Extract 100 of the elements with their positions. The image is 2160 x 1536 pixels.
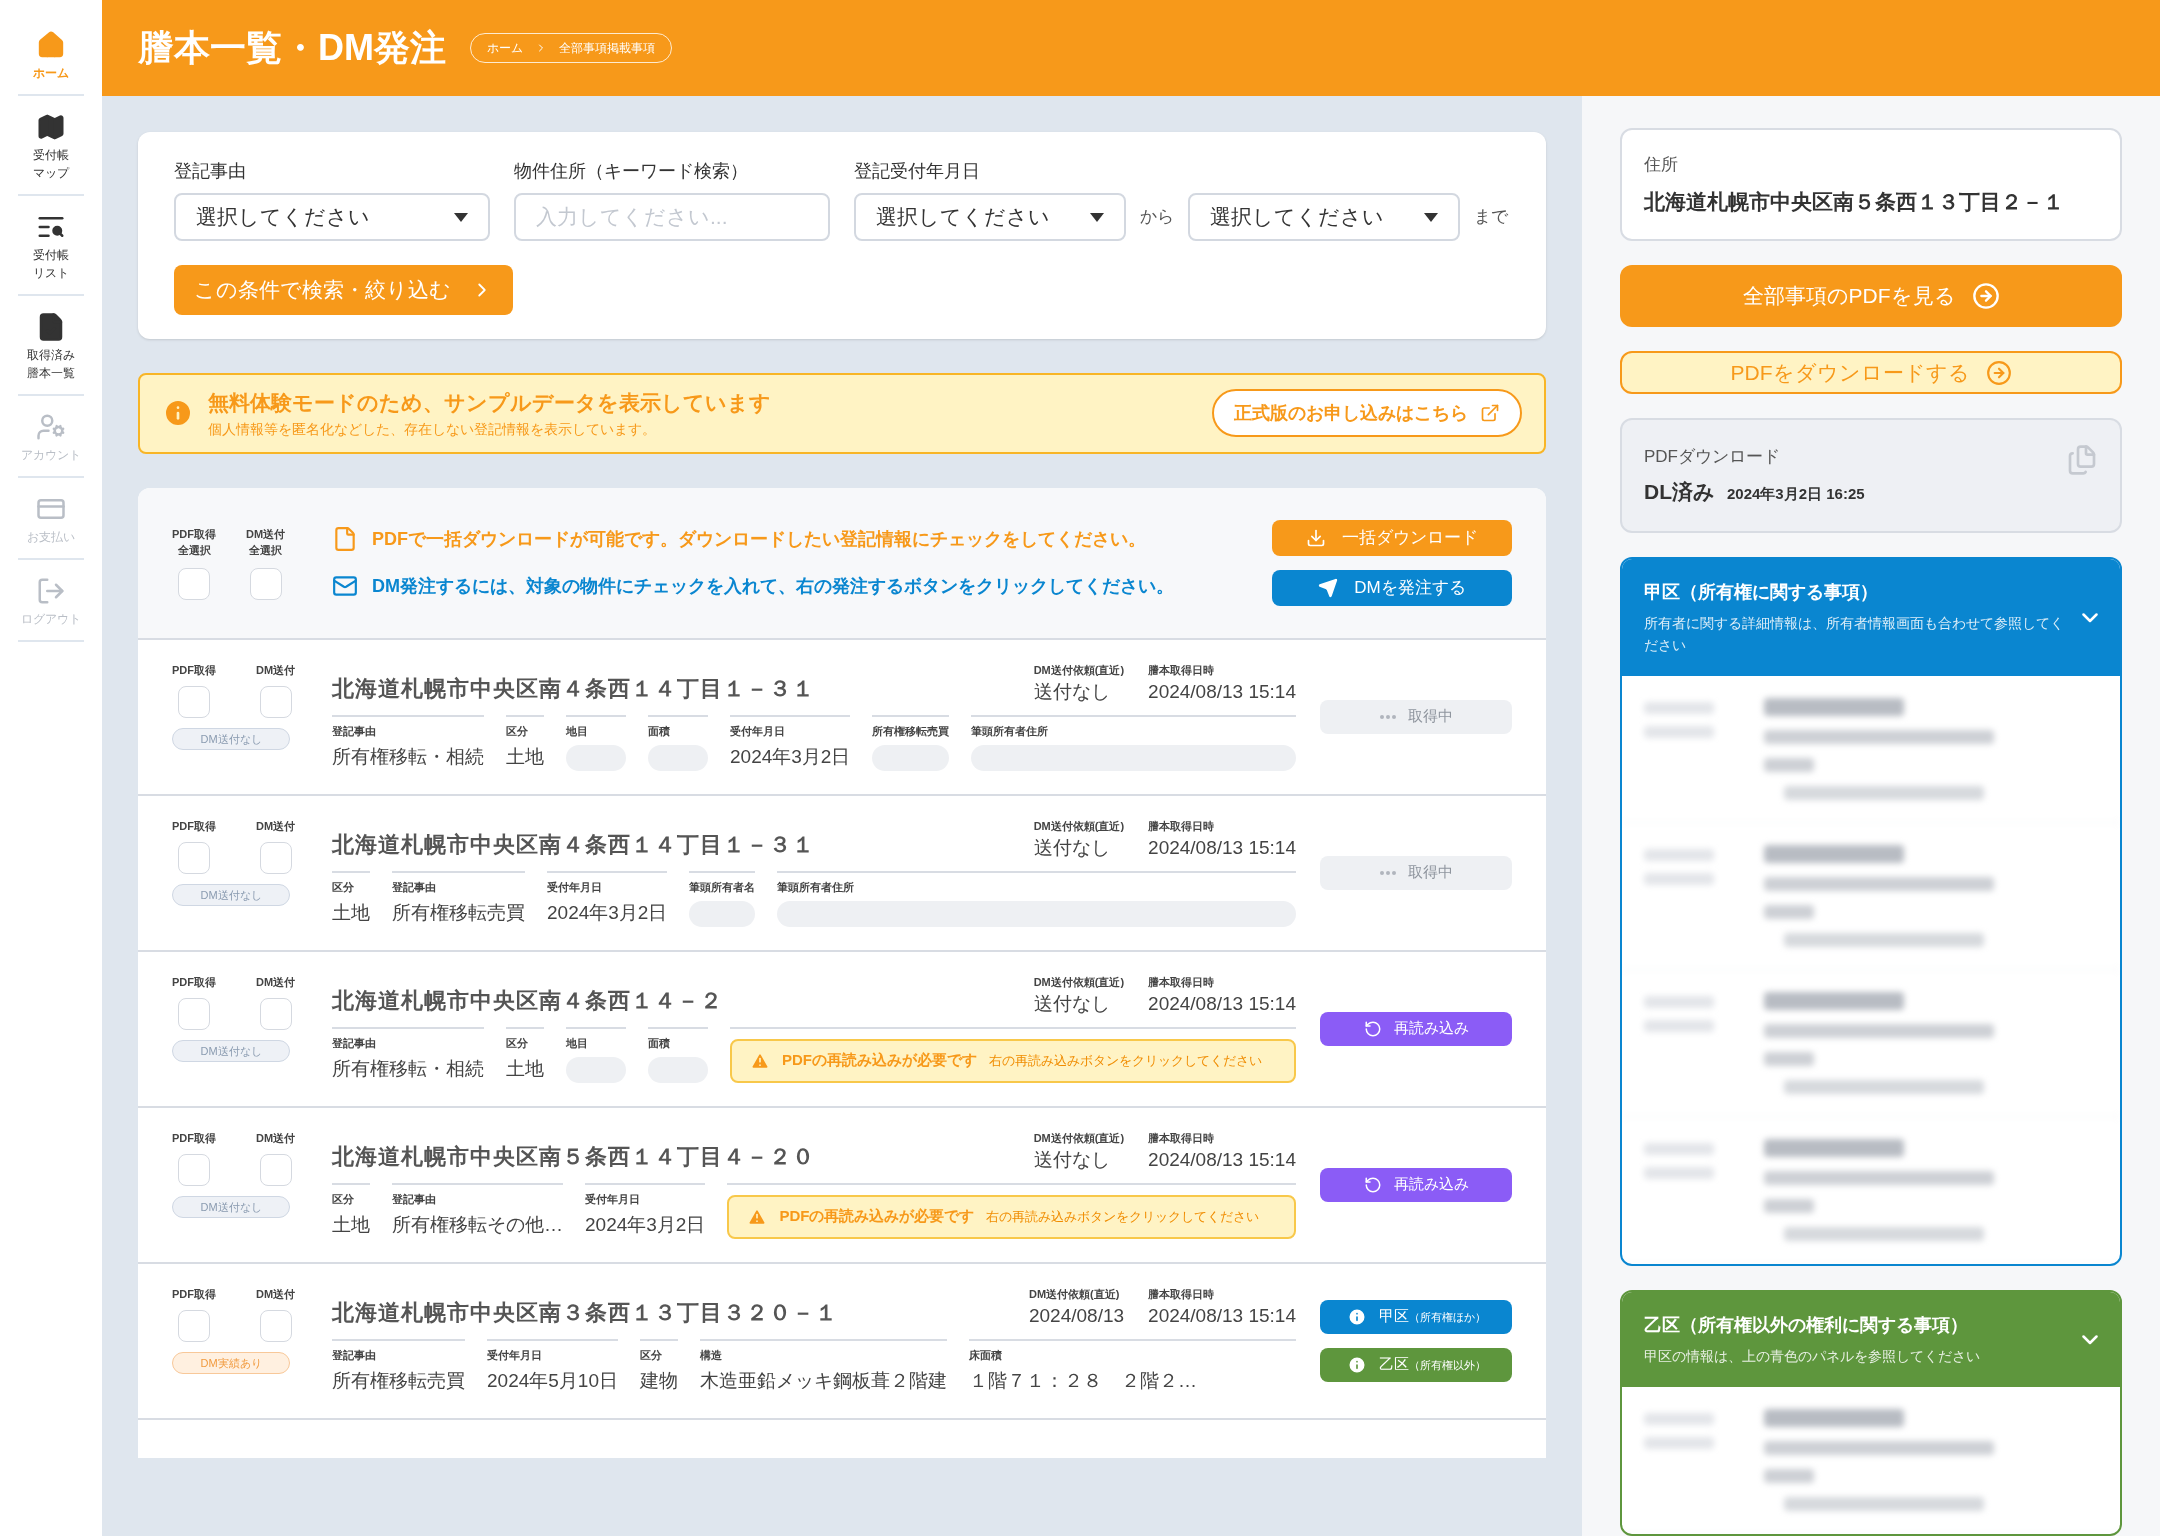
meta-value: 2024/08/13 15:14 bbox=[1148, 992, 1296, 1016]
checkbox[interactable] bbox=[259, 842, 292, 874]
view-pdf-button[interactable]: 全部事項のPDFを見る bbox=[1620, 265, 2122, 328]
checkbox-label: DM送付 bbox=[256, 818, 296, 834]
reload-button[interactable]: 再読み込み bbox=[1320, 1011, 1512, 1046]
checkbox[interactable] bbox=[259, 998, 292, 1030]
field-label: 筆頭所有者住所 bbox=[971, 723, 1050, 739]
loading-button[interactable]: 取得中 bbox=[1320, 699, 1512, 734]
field-value: 所有権移転・相続 bbox=[332, 745, 484, 769]
caret-icon bbox=[454, 212, 468, 222]
checkbox[interactable] bbox=[259, 1154, 292, 1186]
sidebar-item[interactable]: 受付帳 リスト bbox=[18, 212, 84, 296]
checkbox[interactable] bbox=[178, 1154, 210, 1186]
meta-label: DM送付依頼(直近) bbox=[1033, 818, 1125, 834]
address-label: 住所 bbox=[1644, 154, 1679, 176]
meta-label: 謄本取得日時 bbox=[1148, 818, 1216, 834]
file-icon bbox=[332, 526, 358, 552]
sidebar-item[interactable]: ホーム bbox=[18, 30, 84, 96]
checkbox[interactable] bbox=[178, 842, 210, 874]
nav-label: アカウント bbox=[21, 447, 81, 464]
apply-button[interactable]: 正式版のお申し込みはこちら bbox=[1212, 389, 1522, 438]
dm-status-tag: DM送付なし bbox=[172, 1040, 290, 1062]
field-label: 物件住所（キーワード検索） bbox=[514, 160, 749, 183]
bulk-download-button[interactable]: 一括ダウンロード bbox=[1272, 519, 1512, 556]
loading-button[interactable]: 取得中 bbox=[1320, 855, 1512, 890]
sidebar-item[interactable]: 受付帳 マップ bbox=[18, 112, 84, 196]
field-label: 登記事由 bbox=[392, 879, 437, 895]
field-label: 面積 bbox=[648, 723, 671, 739]
reload-button[interactable]: 再読み込み bbox=[1320, 1167, 1512, 1202]
breadcrumb-link[interactable]: 全部事項掲載事項 bbox=[559, 39, 655, 57]
nav-icon bbox=[36, 30, 66, 60]
checkbox-label: DM送付 bbox=[256, 1286, 296, 1302]
checkbox[interactable] bbox=[178, 686, 210, 718]
property-address: 北海道札幌市中央区南４条西１４丁目１－３１ bbox=[332, 674, 815, 703]
checkbox[interactable] bbox=[259, 686, 292, 718]
field-label: 受付年月日 bbox=[585, 1191, 641, 1207]
chevron-icon bbox=[2082, 612, 2098, 623]
field-value: 2024年5月10日 bbox=[487, 1369, 618, 1393]
input-field[interactable]: 入力してください... bbox=[514, 193, 830, 241]
checkbox-label: DM送付 bbox=[256, 662, 296, 678]
checkbox[interactable] bbox=[259, 1310, 292, 1342]
section-text: 所有者に関する詳細情報は、所有者情報画面も合わせて参照してください bbox=[1644, 614, 2065, 655]
ellipsis-icon bbox=[1379, 714, 1396, 719]
property-address: 北海道札幌市中央区南５条西１４丁目４－２０ bbox=[332, 1142, 815, 1171]
meta-label: 謄本取得日時 bbox=[1148, 1130, 1216, 1146]
field-label: 区分 bbox=[506, 1035, 529, 1051]
checkbox[interactable] bbox=[178, 1310, 210, 1342]
dm-order-button[interactable]: DMを発注する bbox=[1272, 569, 1512, 606]
download-icon bbox=[1306, 527, 1326, 548]
select-dropdown[interactable]: 選択してください bbox=[854, 193, 1126, 241]
section-button[interactable]: 甲区（所有権ほか） bbox=[1320, 1299, 1512, 1334]
field-value: 所有権移転・相続 bbox=[332, 1057, 484, 1081]
sidebar-item[interactable]: 取得済み 謄本一覧 bbox=[18, 312, 84, 396]
select-dropdown[interactable]: 選択してください bbox=[174, 193, 490, 241]
range-word: まで bbox=[1474, 206, 1508, 229]
field-value: 所有権移転売買 bbox=[332, 1369, 465, 1393]
reload-icon bbox=[1363, 1019, 1382, 1038]
meta-value: 送付なし bbox=[1033, 1148, 1111, 1172]
section-button[interactable]: 乙区（所有権以外） bbox=[1320, 1347, 1512, 1382]
property-address: 北海道札幌市中央区南４条西１４丁目１－３１ bbox=[332, 830, 815, 859]
nav-icon bbox=[36, 112, 66, 142]
field-label: 受付年月日 bbox=[487, 1347, 543, 1363]
address-value: 北海道札幌市中央区南５条西１３丁目２－１ bbox=[1644, 188, 2065, 215]
select-dropdown[interactable]: 選択してください bbox=[1188, 193, 1460, 241]
field-value: 建物 bbox=[639, 1369, 678, 1393]
checkbox-label: DM送付 全選択 bbox=[246, 526, 286, 558]
meta-value: 2024/08/13 15:14 bbox=[1148, 680, 1296, 704]
checkbox-label: PDF取得 bbox=[172, 974, 216, 990]
checkbox[interactable] bbox=[249, 567, 282, 600]
section-header[interactable]: 甲区（所有権に関する事項） 所有者に関する詳細情報は、所有者情報画面も合わせて参照してください bbox=[1622, 559, 2120, 676]
field-value: 土地 bbox=[506, 745, 544, 769]
pdf-files-icon bbox=[2066, 444, 2098, 476]
breadcrumb-link[interactable]: ホーム bbox=[487, 39, 523, 57]
checkbox-label: PDF取得 全選択 bbox=[172, 526, 216, 558]
download-pdf-button[interactable]: PDFをダウンロードする bbox=[1620, 351, 2122, 394]
property-address: 北海道札幌市中央区南４条西１４－２ bbox=[332, 986, 723, 1015]
field-value: 木造亜鉛メッキ鋼板葺２階建 bbox=[699, 1369, 947, 1393]
checkbox-label: PDF取得 bbox=[172, 1286, 216, 1302]
instruction-text: DM発注するには、対象の物件にチェックを入れて、右の発注するボタンをクリックしてください。 bbox=[372, 574, 1174, 598]
meta-value: 送付なし bbox=[1033, 680, 1111, 704]
field-label: 筆頭所有者住所 bbox=[777, 879, 856, 895]
field-value: １階７１：２８ ２階２… bbox=[968, 1369, 1198, 1393]
dm-status-tag: DM送付なし bbox=[172, 1196, 290, 1218]
notice-text: 個人情報等を匿名化などした、存在しない登記情報を表示しています。 bbox=[208, 419, 657, 439]
field-value: 所有権移転その他… bbox=[392, 1213, 563, 1237]
search-button[interactable]: この条件で検索・絞り込む bbox=[174, 265, 513, 315]
checkbox-label: PDF取得 bbox=[172, 1130, 216, 1146]
field-label: 所有権移転売買 bbox=[872, 723, 950, 739]
range-word: から bbox=[1140, 206, 1174, 229]
caret-icon bbox=[1424, 212, 1438, 222]
meta-value: 送付なし bbox=[1033, 836, 1111, 860]
field-label: 筆頭所有者名 bbox=[689, 879, 756, 895]
checkbox[interactable] bbox=[178, 998, 210, 1030]
section-title: 乙区（所有権以外の権利に関する事項） bbox=[1644, 1314, 1969, 1337]
meta-value: 2024/08/13 15:14 bbox=[1148, 1148, 1296, 1172]
checkbox[interactable] bbox=[178, 567, 210, 600]
field-value: 2024年3月2日 bbox=[585, 1213, 706, 1237]
section-header[interactable]: 乙区（所有権以外の権利に関する事項） 甲区の情報は、上の青色のパネルを参照してください bbox=[1622, 1292, 2120, 1387]
warning-title: PDFの再読み込みが必要です bbox=[782, 1050, 977, 1071]
field-value: 土地 bbox=[332, 901, 370, 925]
